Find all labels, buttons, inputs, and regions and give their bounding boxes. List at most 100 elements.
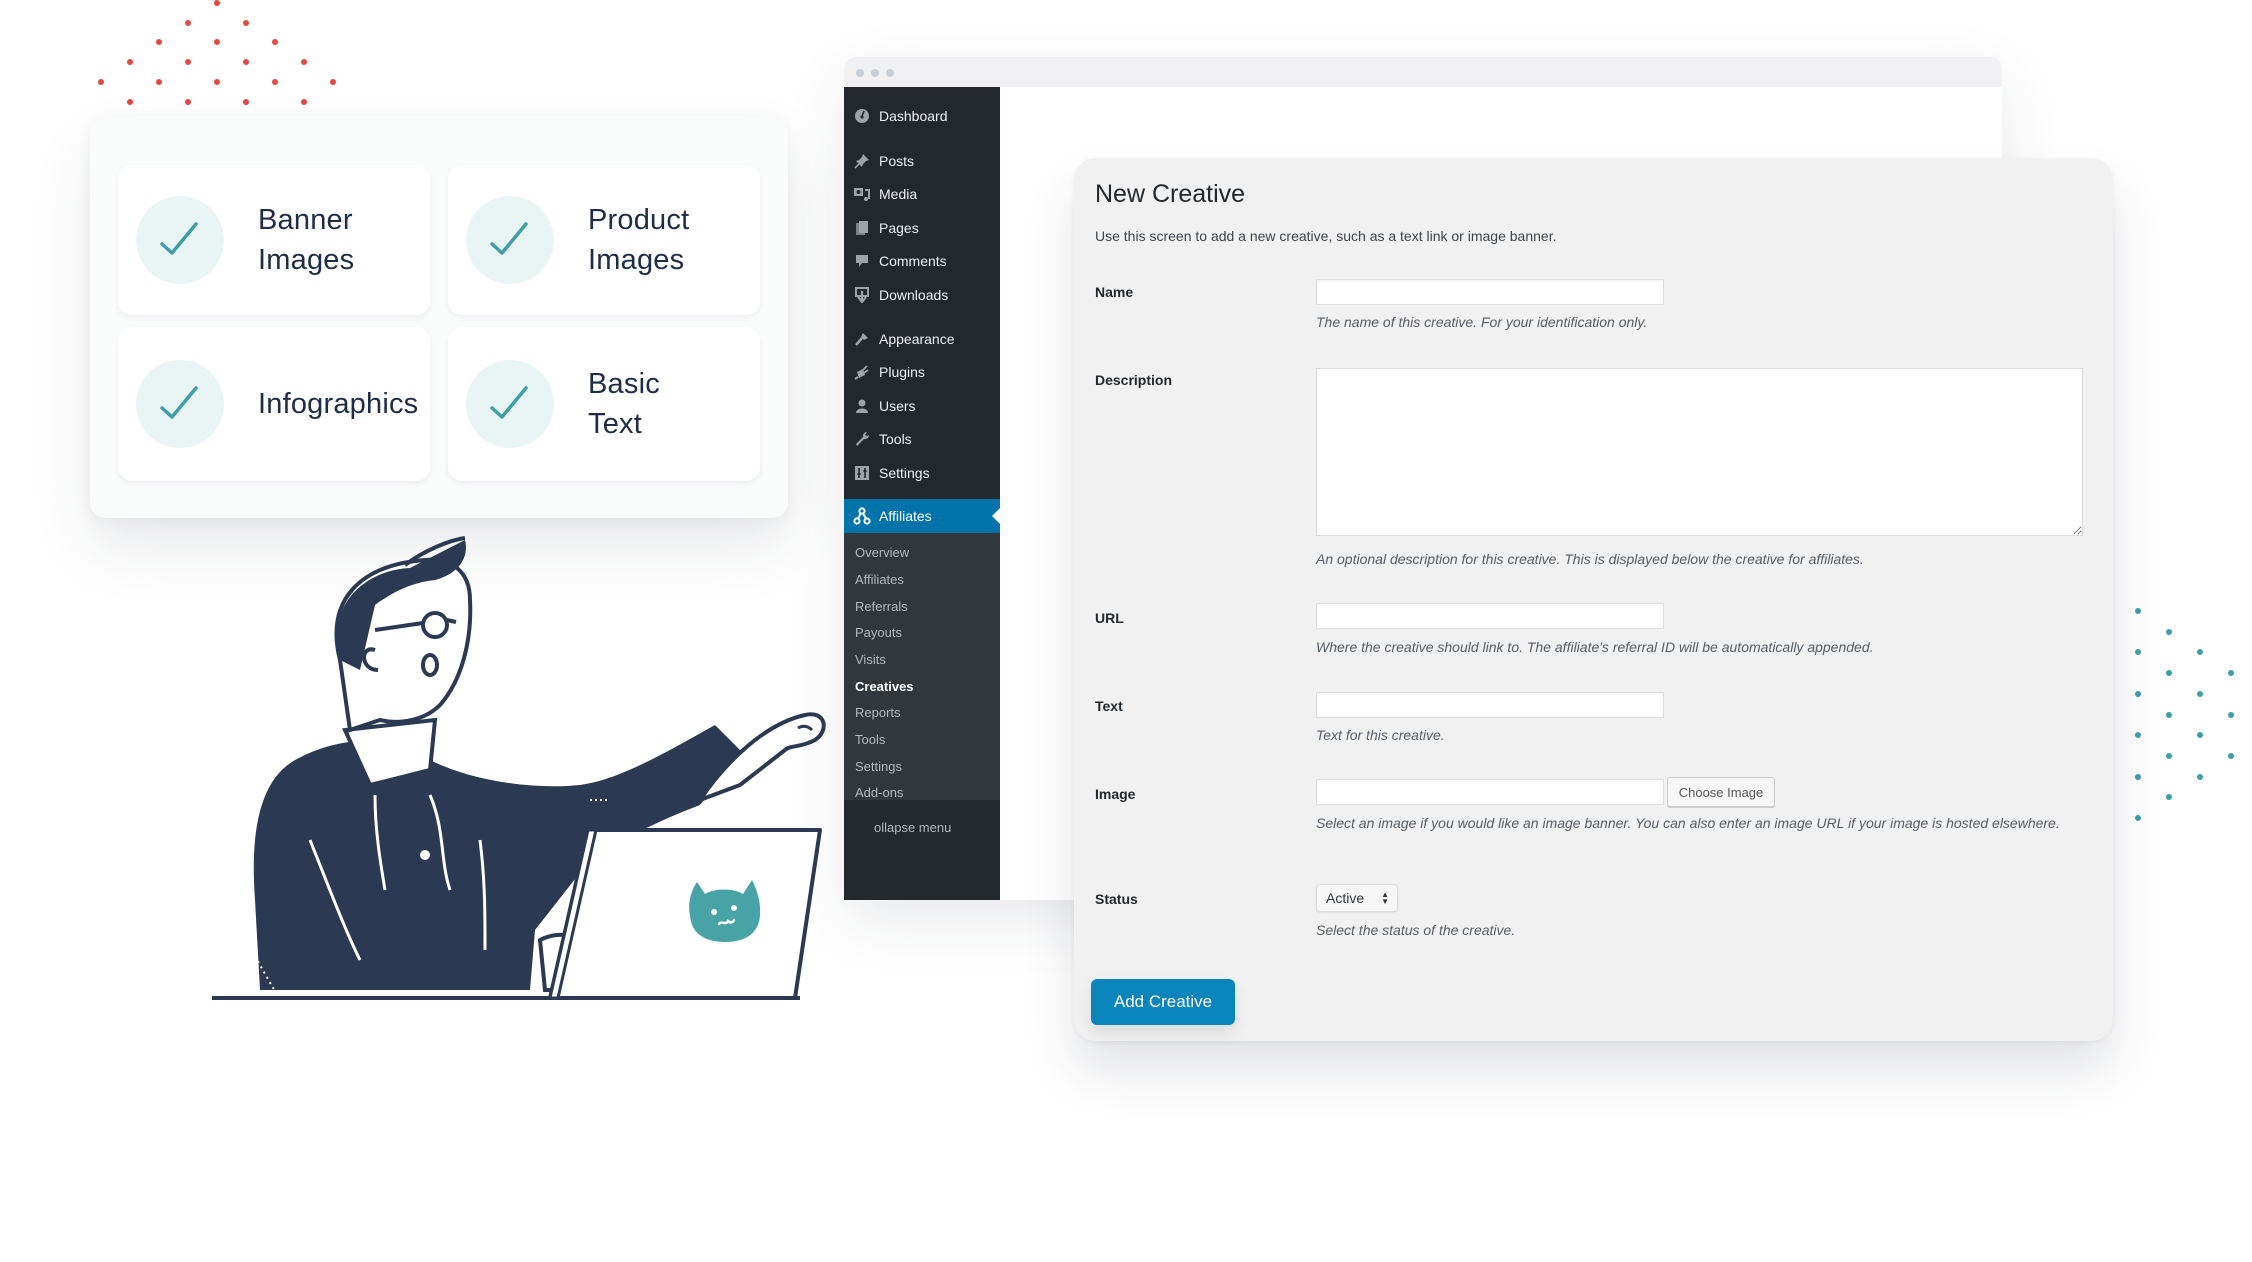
sidebar-item-pages[interactable]: Pages [844,211,1000,244]
submenu-item-settings[interactable]: Settings [855,757,902,777]
teal-dot [2197,649,2203,656]
description-textarea[interactable] [1316,368,2083,536]
sidebar-item-label: Pages [879,219,919,236]
red-dot [127,98,133,105]
page-title: New Creative [1095,180,1246,208]
affiliates-submenu: Overview Affiliates Referrals Payouts Vi… [844,533,1000,800]
teal-dot [2135,815,2141,821]
text-label: Text [1095,698,1123,714]
collapse-menu-button[interactable]: ollapse menu [874,820,951,835]
choose-image-button[interactable]: Choose Image [1667,777,1775,807]
sidebar-item-affiliates[interactable]: Affiliates [844,499,1000,533]
submenu-item-add-ons[interactable]: Add-ons [855,783,903,803]
dashboard-icon [852,106,872,126]
red-dot [243,19,249,26]
plugin-icon [852,362,872,382]
name-label: Name [1095,284,1134,300]
teal-dot [2135,608,2141,614]
sidebar-item-label: Tools [879,430,912,447]
name-input[interactable] [1316,279,1664,305]
status-select[interactable]: Active ▲ ▼ [1316,884,1398,912]
brush-icon [852,329,872,349]
sidebar-item-label: Dashboard [879,107,948,124]
red-dot [214,0,220,6]
submenu-item-overview[interactable]: Overview [855,543,909,563]
image-label: Image [1095,786,1136,802]
feature-label: Product Images [588,204,690,276]
red-dot [214,78,220,85]
submenu-item-tools[interactable]: Tools [855,730,885,750]
teal-dot [2197,732,2203,739]
user-icon [852,396,872,416]
feature-card-banner-images: Banner Images [118,165,430,315]
description-help: An optional description for this creativ… [1316,551,1864,567]
status-selected-value: Active [1326,890,1365,906]
sidebar-item-users[interactable]: Users [844,389,1000,422]
submenu-item-affiliates[interactable]: Affiliates [855,570,904,590]
text-input[interactable] [1316,692,1664,718]
new-creative-form: New Creative Use this screen to add a ne… [1074,158,2113,1041]
sidebar-item-tools[interactable]: Tools [844,422,1000,455]
download-icon [852,285,872,305]
red-dot [156,39,162,46]
url-label: URL [1095,610,1124,626]
text-help: Text for this creative. [1316,727,1445,743]
person-with-laptop-illustration [212,536,826,1001]
window-titlebar [844,57,2002,87]
sidebar-item-media[interactable]: Media [844,177,1000,210]
red-dot [214,39,220,46]
sidebar-item-comments[interactable]: Comments [844,244,1000,277]
check-icon [466,360,554,448]
sidebar-item-downloads[interactable]: Downloads [844,278,1000,311]
window-dot-icon [871,69,879,77]
sidebar-item-dashboard[interactable]: Dashboard [844,99,1000,132]
description-label: Description [1095,372,1173,388]
red-dot [98,78,104,85]
teal-dot [2166,628,2172,635]
red-dot [127,59,133,66]
submenu-item-reports[interactable]: Reports [855,703,901,723]
pages-icon [852,218,872,238]
teal-dot [2135,649,2141,656]
feature-label: Infographics [258,388,419,420]
add-creative-button[interactable]: Add Creative [1091,979,1235,1025]
sidebar-item-posts[interactable]: Posts [844,144,1000,177]
sidebar-item-appearance[interactable]: Appearance [844,322,1000,355]
submenu-item-visits[interactable]: Visits [855,650,886,670]
sidebar-item-label: Downloads [879,286,949,303]
teal-dot [2197,773,2203,780]
comment-icon [852,251,872,271]
admin-sidebar: Dashboard Posts Media Pages Comments Dow… [844,87,1000,900]
sidebar-item-label: Media [879,185,918,202]
feature-label: Basic Text [588,368,660,440]
feature-card-product-images: Product Images [448,165,760,315]
teal-dot [2166,711,2172,718]
image-url-input[interactable] [1316,779,1664,805]
teal-dot [2197,690,2203,697]
sidebar-item-plugins[interactable]: Plugins [844,355,1000,388]
submenu-item-creatives[interactable]: Creatives [855,677,914,697]
red-dot [301,59,307,66]
sidebar-item-label: Appearance [879,330,955,347]
red-dot [185,98,191,105]
check-icon [466,196,554,284]
settings-icon [852,463,872,483]
submenu-item-payouts[interactable]: Payouts [855,623,902,643]
name-help: The name of this creative. For your iden… [1316,314,1648,330]
sidebar-item-label: Settings [879,464,930,481]
sidebar-item-settings[interactable]: Settings [844,456,1000,489]
red-dot [185,19,191,26]
red-dot [243,59,249,66]
media-icon [852,184,872,204]
status-help: Select the status of the creative. [1316,922,1516,938]
page-intro: Use this screen to add a new creative, s… [1095,228,1557,244]
status-label: Status [1095,891,1138,907]
submenu-item-referrals[interactable]: Referrals [855,597,908,617]
url-input[interactable] [1316,603,1664,629]
sidebar-item-label: Users [879,397,916,414]
teal-dot [2166,670,2172,677]
teal-dot [2228,670,2234,677]
teal-dot [2166,794,2172,801]
teal-dot [2166,752,2172,759]
red-dot [156,78,162,85]
